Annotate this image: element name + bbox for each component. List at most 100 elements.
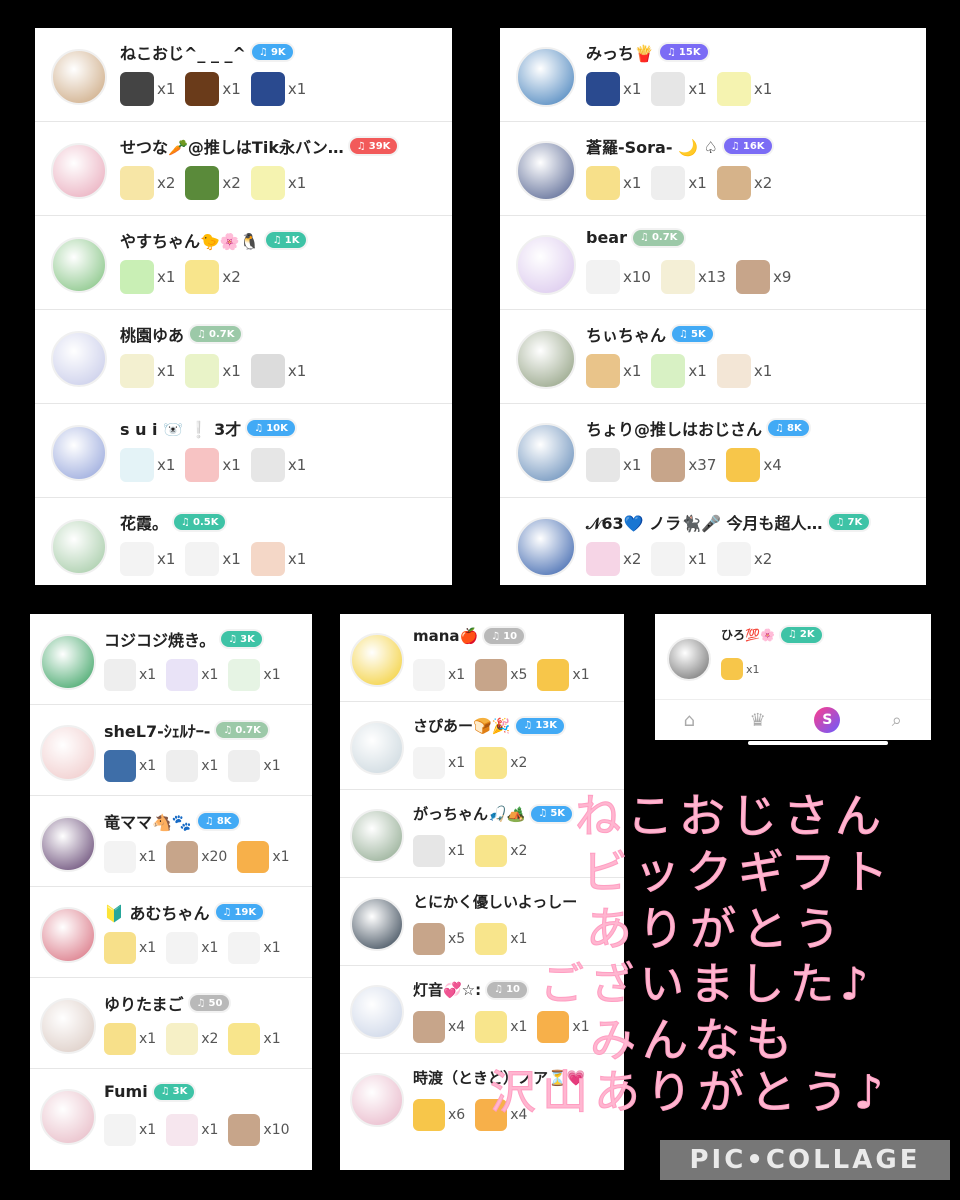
music-note-icon: ♫	[254, 422, 264, 434]
gift-list: x1 x2	[120, 260, 251, 294]
gift-count: x5	[510, 667, 528, 683]
gift-list-row[interactable]: 𝒩63💙 ノラ🐈‍⬛🎤 今月も超人… ♫ 7K x2 x1 x2	[500, 498, 926, 585]
gift-item: x1	[228, 659, 281, 691]
user-avatar[interactable]	[40, 997, 96, 1054]
user-avatar[interactable]	[40, 906, 96, 963]
follower-badge: ♫ 5K	[531, 805, 573, 822]
user-name-line: 🔰 あむちゃん ♫ 19K	[104, 900, 264, 924]
rabbit-thanks-gift-icon	[228, 932, 261, 964]
gift-count: x2	[623, 550, 642, 568]
gift-list-row[interactable]: さぴあー🍞🎉 ♫ 13K x1 x2	[340, 702, 624, 790]
user-name-line: 𝒩63💙 ノラ🐈‍⬛🎤 今月も超人… ♫ 7K	[586, 510, 870, 534]
gift-count: x1	[287, 80, 307, 98]
gift-count: x1	[746, 662, 760, 676]
gift-item: x1	[586, 448, 641, 482]
gift-list-row[interactable]: 竜ママ🐴🐾 ♫ 8K x1 x20 x1	[30, 796, 312, 887]
user-avatar[interactable]	[667, 637, 711, 681]
gift-list-row[interactable]: 🔰 あむちゃん ♫ 19K x1 x1 x1	[30, 887, 312, 978]
gift-list: x1 x1 x1	[120, 448, 316, 482]
gift-list-row[interactable]: Fumi ♫ 3K x1 x1 x10	[30, 1069, 312, 1160]
home-icon[interactable]: ⌂	[677, 708, 701, 732]
hearts-gift-icon	[735, 260, 770, 294]
user-name-line: ゆりたまご ♫ 50	[104, 991, 230, 1015]
user-avatar[interactable]	[40, 633, 96, 690]
gift-list-row[interactable]: s u i 🐻‍❄️ ❕ 3才 ♫ 10K x1 x1 x1	[35, 404, 452, 498]
gift-item: x2	[716, 166, 773, 200]
gift-count: x1	[510, 931, 528, 947]
ghost-gift-icon	[185, 166, 220, 200]
follower-badge: ♫ 0.7K	[190, 326, 242, 342]
sugoi-gift-icon	[651, 354, 686, 388]
gift-list-row[interactable]: ちょり@推しはおじさん ♫ 8K x1 x37 x4	[500, 404, 926, 498]
user-avatar[interactable]	[51, 519, 107, 575]
gift-list-row[interactable]: やすちゃん🐤🌸🐧 ♫ 1K x1 x2	[35, 216, 452, 310]
user-avatar[interactable]	[40, 1088, 96, 1145]
gift-item: x1	[104, 750, 156, 782]
oshi-ari-gift-icon	[475, 1011, 508, 1043]
user-name: 灯音💞☆:	[413, 981, 482, 999]
user-name: ひろ💯🌸	[721, 628, 775, 642]
gift-list-row[interactable]: ゆりたまご ♫ 50 x1 x2 x1	[30, 978, 312, 1069]
badge-count: 0.7K	[235, 724, 261, 736]
user-avatar[interactable]	[350, 633, 404, 687]
user-avatar[interactable]	[350, 1073, 404, 1127]
gift-list-row[interactable]: みっち🍟 ♫ 15K x1 x1 x1	[500, 28, 926, 122]
gift-list-row[interactable]: 蒼羅-Sora- 🌙 ♤ ♫ 16K x1 x1 x2	[500, 122, 926, 216]
gift-count: x2	[753, 174, 773, 192]
tamarine-gift-icon	[104, 841, 136, 873]
badge-count: 15K	[678, 46, 701, 58]
user-avatar[interactable]	[516, 47, 576, 107]
gift-list-row[interactable]: bear ♫ 0.7K x10 x13 x9	[500, 216, 926, 310]
gift-list-row[interactable]: 花霞。 ♫ 0.5K x1 x1 x1	[35, 498, 452, 585]
user-avatar[interactable]	[51, 49, 107, 105]
user-name: さぴあー🍞🎉	[413, 717, 511, 735]
user-avatar[interactable]	[350, 897, 404, 951]
user-avatar[interactable]	[350, 721, 404, 775]
gift-list-row[interactable]: mana🍎 ♫ 10 x1 x5 x1	[340, 614, 624, 702]
follower-badge: ♫ 39K	[349, 138, 398, 154]
gift-item: x1	[250, 72, 307, 106]
gift-item: x1	[120, 542, 175, 576]
user-avatar[interactable]	[516, 329, 576, 389]
music-note-icon: ♫	[204, 815, 214, 827]
gift-list-row[interactable]: せつな🥕@推しはTik永バン… ♫ 39K x2 x2 x1	[35, 122, 452, 216]
gift-count: x2	[510, 755, 528, 771]
user-avatar[interactable]	[516, 517, 576, 577]
gift-list-row[interactable]: ねこおじ^_ _ _^ ♫ 9K x1 x1 x1	[35, 28, 452, 122]
user-name-line: がっちゃん🎣🏕️ ♫ 5K	[413, 803, 573, 824]
user-avatar[interactable]	[516, 235, 576, 295]
gift-list: x1 x1 x1	[104, 659, 291, 691]
gift-count: x1	[623, 362, 642, 380]
follower-badge: ♫ 10	[487, 981, 528, 998]
onigiri-gift-icon	[166, 750, 199, 782]
gift-list-row[interactable]: 桃園ゆあ ♫ 0.7K x1 x1 x1	[35, 310, 452, 404]
user-avatar[interactable]	[51, 425, 107, 481]
search-icon[interactable]: ⌕	[885, 708, 909, 732]
gift-count: x1	[201, 940, 219, 956]
gift-list-row[interactable]: sheL7-ｼｪﾙﾅｰ- ♫ 0.7K x1 x1 x1	[30, 705, 312, 796]
user-avatar[interactable]	[516, 423, 576, 483]
user-avatar[interactable]	[40, 724, 96, 781]
user-avatar[interactable]	[350, 809, 404, 863]
crown-icon[interactable]: ♛	[746, 708, 770, 732]
gift-list-row[interactable]: ちぃちゃん ♫ 5K x1 x1 x1	[500, 310, 926, 404]
gift-count: x1	[263, 1031, 281, 1047]
user-avatar[interactable]	[51, 331, 107, 387]
gift-item: x20	[166, 841, 227, 873]
user-avatar[interactable]	[51, 143, 107, 199]
gift-item: x5	[475, 659, 527, 691]
seal-gift-icon	[104, 1114, 136, 1146]
user-avatar[interactable]	[516, 141, 576, 201]
stream-center-icon[interactable]: S	[814, 707, 841, 733]
badge-count: 16K	[742, 140, 765, 152]
user-avatar[interactable]	[51, 237, 107, 293]
gift-count: x1	[201, 758, 219, 774]
user-avatar[interactable]	[350, 985, 404, 1039]
music-note-icon: ♫	[491, 630, 501, 642]
user-name-line: ちぃちゃん ♫ 5K	[586, 322, 713, 346]
user-avatar[interactable]	[40, 815, 96, 872]
bed-gift-icon	[166, 659, 199, 691]
gift-list-row[interactable]: コジコジ焼き。 ♫ 3K x1 x1 x1	[30, 614, 312, 705]
gift-item: x1	[228, 1023, 281, 1055]
gift-list-row[interactable]: ひろ💯🌸 ♫ 2K x1	[655, 614, 931, 700]
